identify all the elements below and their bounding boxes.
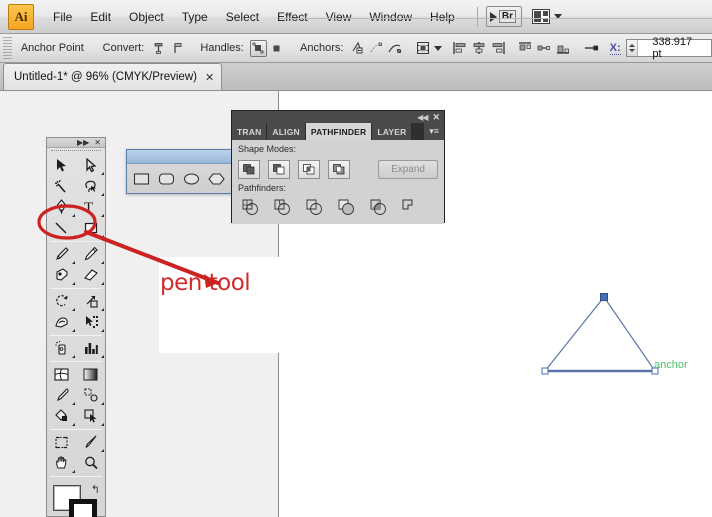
close-icon[interactable]: ✕ <box>432 112 440 123</box>
outline-icon[interactable] <box>368 197 390 217</box>
crop-icon[interactable] <box>336 197 358 217</box>
minus-front-icon[interactable] <box>268 159 290 179</box>
tools-panel: ▶▶ ✕ T ↰ <box>46 137 106 517</box>
pathfinders-row <box>238 195 438 219</box>
svg-text:T: T <box>84 200 93 215</box>
symbol-sprayer-tool[interactable] <box>47 338 76 359</box>
shape-modes-row: Expand <box>238 156 438 182</box>
fill-stroke-swatches: ↰ <box>47 483 105 517</box>
artwork-layer <box>541 293 659 375</box>
mesh-tool[interactable] <box>47 364 76 385</box>
shape-modes-label: Shape Modes: <box>238 144 297 154</box>
scale-tool[interactable] <box>76 291 105 312</box>
close-icon[interactable]: ✕ <box>94 138 101 147</box>
unite-icon[interactable] <box>238 159 260 179</box>
rectangle-tool[interactable] <box>76 218 105 239</box>
pen-tool-annotation-label: pen tool <box>160 270 251 296</box>
expand-icon[interactable]: ▶▶ <box>77 138 89 147</box>
rotate-tool[interactable] <box>47 291 76 312</box>
merge-icon[interactable] <box>304 197 326 217</box>
swap-fill-stroke-icon[interactable]: ↰ <box>91 483 100 496</box>
artboard-tool[interactable] <box>47 432 76 453</box>
lasso-tool[interactable] <box>76 176 105 197</box>
eraser-tool[interactable] <box>76 265 105 286</box>
blob-brush-tool[interactable] <box>47 265 76 286</box>
anchor-annotation-label: anchor <box>654 359 688 371</box>
collapse-icon[interactable]: ◀◀ <box>417 113 428 122</box>
expand-button[interactable]: Expand <box>378 159 438 179</box>
ellipse-tool-icon[interactable] <box>180 167 203 192</box>
direct-selection-tool[interactable] <box>76 155 105 176</box>
pathfinders-label: Pathfinders: <box>238 183 287 193</box>
zoom-tool[interactable] <box>76 453 105 474</box>
pen-tool[interactable] <box>47 197 76 218</box>
paintbrush-tool[interactable] <box>47 244 76 265</box>
panel-menu-icon[interactable]: ▾≡ <box>424 123 444 140</box>
tab-pathfinder[interactable]: PATHFINDER <box>305 123 373 140</box>
divide-icon[interactable] <box>240 197 262 217</box>
polygon-tool-icon[interactable] <box>205 167 228 192</box>
apex-anchor[interactable] <box>600 293 608 301</box>
tab-layers[interactable]: LAYER <box>372 123 413 140</box>
pathfinder-titlebar[interactable]: ◀◀ ✕ <box>232 111 444 123</box>
eyedropper-tool[interactable] <box>47 385 76 406</box>
tab-transform[interactable]: TRAN <box>232 123 268 140</box>
pathfinder-body: Shape Modes: Expand Pathfinders: <box>232 140 444 224</box>
triangle-path[interactable] <box>543 295 657 372</box>
gradient-tool[interactable] <box>76 364 105 385</box>
free-transform-tool[interactable] <box>76 312 105 333</box>
live-paint-selection-tool[interactable] <box>76 406 105 427</box>
pathfinder-panel: ◀◀ ✕ TRAN ALIGN PATHFINDER LAYER ▾≡ Shap… <box>231 110 445 224</box>
warp-tool[interactable] <box>47 312 76 333</box>
live-paint-bucket-tool[interactable] <box>47 406 76 427</box>
intersect-icon[interactable] <box>298 159 320 179</box>
bottom-left-anchor[interactable] <box>541 367 549 375</box>
selection-tool[interactable] <box>47 155 76 176</box>
rounded-rectangle-tool-icon[interactable] <box>155 167 178 192</box>
pencil-tool[interactable] <box>76 244 105 265</box>
line-segment-tool[interactable] <box>47 218 76 239</box>
minus-back-icon[interactable] <box>400 197 422 217</box>
rectangle-tool-icon[interactable] <box>130 167 153 192</box>
trim-icon[interactable] <box>272 197 294 217</box>
pathfinder-tab-strip: TRAN ALIGN PATHFINDER LAYER ▾≡ <box>232 123 444 140</box>
magic-wand-tool[interactable] <box>47 176 76 197</box>
hand-tool[interactable] <box>47 453 76 474</box>
type-tool[interactable]: T <box>76 197 105 218</box>
tools-panel-header[interactable]: ▶▶ ✕ <box>47 138 105 149</box>
exclude-icon[interactable] <box>328 159 350 179</box>
blend-tool[interactable] <box>76 385 105 406</box>
slice-tool[interactable] <box>76 432 105 453</box>
tab-align[interactable]: ALIGN <box>267 123 306 140</box>
column-graph-tool[interactable] <box>76 338 105 359</box>
stroke-swatch[interactable] <box>69 498 97 517</box>
tools-grid: T <box>47 155 105 479</box>
